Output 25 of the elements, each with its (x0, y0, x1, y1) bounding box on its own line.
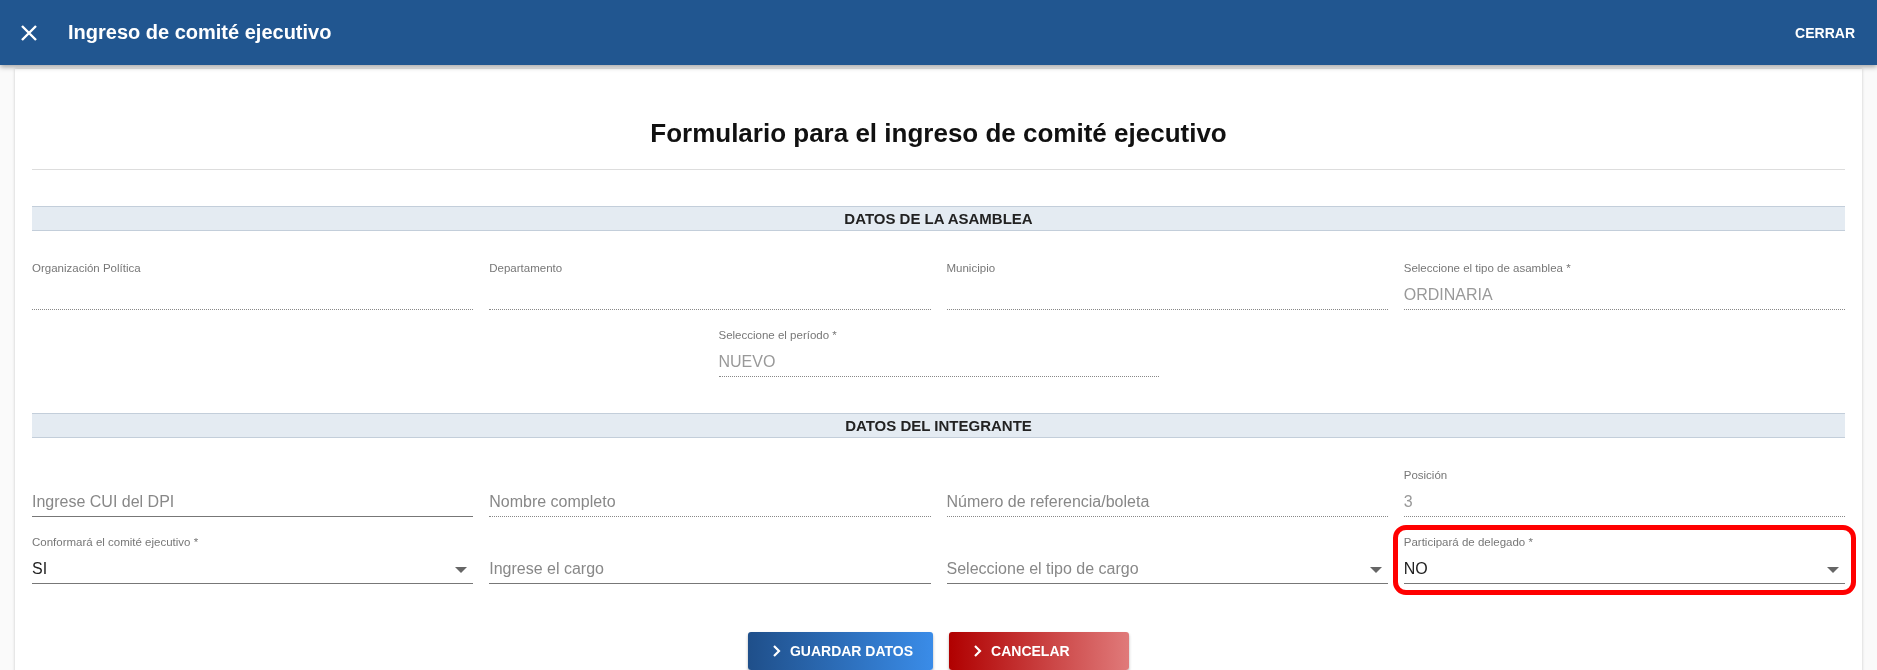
header-title: Ingreso de comité ejecutivo (68, 21, 332, 44)
cancel-button[interactable]: CANCELAR (949, 632, 1130, 670)
field-label: Departamento (489, 262, 563, 274)
dropdown-caret-icon (1369, 567, 1382, 573)
select-field[interactable]: SI (32, 550, 474, 584)
close-button[interactable]: CERRAR (1791, 18, 1859, 47)
select-field[interactable]: Seleccione el tipo de cargo (946, 550, 1388, 584)
save-button[interactable]: GUARDAR DATOS (747, 632, 934, 670)
select-field[interactable]: NO (1403, 550, 1845, 584)
field-label: Conformará el comité ejecutivo * (32, 536, 199, 548)
chevron-right-icon (973, 645, 984, 657)
section-heading: DATOS DEL INTEGRANTE (32, 413, 1845, 438)
dropdown-caret-icon (455, 567, 468, 573)
field-label: Municipio (946, 262, 996, 274)
input-field[interactable]: Ingrese CUI del DPI (32, 483, 474, 517)
field-label: Participará de delegado * (1403, 536, 1533, 548)
section-heading: DATOS DE LA ASAMBLEA (32, 206, 1845, 231)
field-label: Posición (1403, 469, 1448, 481)
input-field[interactable]: Ingrese el cargo (489, 550, 931, 584)
field-label: Organización Política (32, 262, 141, 274)
form-title: Formulario para el ingreso de comité ejecutivo (32, 89, 1845, 170)
dropdown-caret-icon (1827, 567, 1839, 573)
field-label: Seleccione el tipo de asamblea * (1403, 262, 1571, 274)
chevron-right-icon (771, 645, 782, 657)
field-label: Seleccione el período * (718, 329, 837, 341)
